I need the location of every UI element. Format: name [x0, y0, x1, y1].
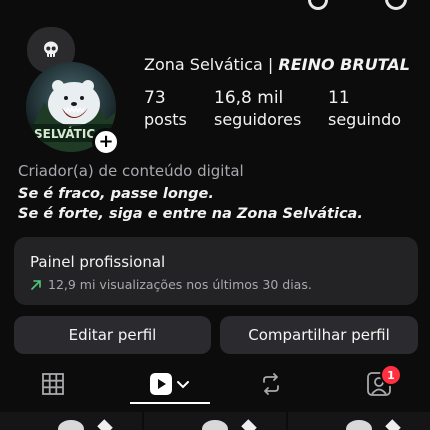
reels-play-icon [150, 373, 189, 395]
repost-icon [263, 373, 279, 395]
add-story-plus-icon[interactable]: + [92, 128, 120, 156]
professional-dashboard-subtitle: 12,9 mi visualizações nos últimos 30 dia… [48, 277, 312, 292]
tab-reels[interactable] [130, 362, 210, 406]
stat-followers-value: 16,8 mil [214, 88, 284, 108]
stat-followers[interactable]: 16,8 mil seguidores [214, 88, 301, 132]
stat-posts-value: 73 [144, 88, 166, 108]
tab-tagged[interactable] [344, 362, 414, 406]
trend-up-icon [31, 279, 41, 290]
stat-following-label: seguindo [328, 110, 402, 129]
profile-category: Criador(a) de conteúdo digital [18, 162, 244, 180]
bio-line-2: Se é forte, siga e entre na Zona Selváti… [18, 206, 363, 222]
professional-dashboard-insight: 12,9 mi visualizações nos últimos 30 dia… [30, 277, 312, 292]
skull-icon [44, 41, 58, 57]
posts-grid [0, 412, 430, 430]
profile-page: SELVÁTIC + Zona Selvática | REINO BRUTAL… [0, 0, 430, 430]
tab-reposts[interactable] [236, 362, 306, 406]
name-separator: | [267, 55, 274, 74]
profile-brand: REINO BRUTAL [278, 55, 410, 74]
profile-tabs [0, 362, 430, 406]
stat-posts-label: posts [144, 110, 187, 129]
grid-icon [42, 373, 64, 395]
bio-text: Se é fraco, passe longe. Se é forte, sig… [18, 184, 363, 224]
profile-name: Zona Selvática [144, 55, 263, 74]
profile-display-name: Zona Selvática | REINO BRUTAL [144, 55, 410, 74]
avatar-logo-text: SELVÁTIC [34, 126, 95, 141]
stat-following-value: 11 [328, 88, 350, 108]
active-tab-indicator [130, 402, 210, 404]
tab-grid[interactable] [18, 362, 88, 406]
post-thumbnail[interactable] [144, 412, 286, 430]
post-thumbnail[interactable] [288, 412, 430, 430]
stat-followers-label: seguidores [214, 110, 302, 129]
professional-dashboard-title: Painel profissional [30, 253, 166, 271]
tagged-notification-badge: 1 [380, 364, 402, 386]
stat-following[interactable]: 11 seguindo [328, 88, 401, 132]
post-thumbnail[interactable] [0, 412, 142, 430]
edit-profile-button[interactable]: Editar perfil [14, 316, 211, 354]
clipped-top-icons [0, 0, 430, 10]
professional-dashboard-panel[interactable]: Painel profissional 12,9 mi visualizaçõe… [14, 237, 418, 305]
clipped-icon-right[interactable] [385, 0, 407, 10]
share-profile-button[interactable]: Compartilhar perfil [220, 316, 418, 354]
clipped-icon-left[interactable] [308, 0, 328, 10]
bio-line-1: Se é fraco, passe longe. [18, 186, 214, 202]
stat-posts[interactable]: 73 posts [144, 88, 187, 132]
